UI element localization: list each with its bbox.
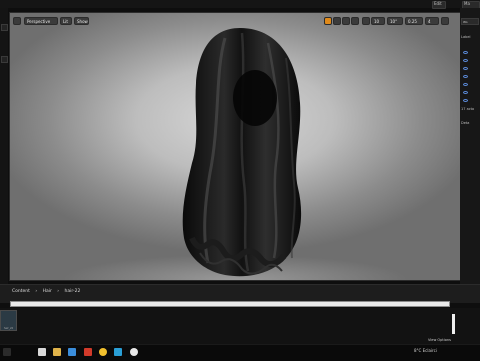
breadcrumb-separator-icon: › (57, 289, 60, 294)
level-viewport[interactable]: Perspective Lit Show 10 10° 0.25 4 (9, 12, 461, 281)
opera-icon[interactable] (84, 348, 92, 356)
system-tray: 8°C Eclairci (414, 348, 437, 353)
visibility-eye-icon[interactable] (463, 67, 468, 70)
start-icon[interactable] (3, 348, 11, 356)
world-outliner-panel: Wo Label 17 acto Deta (460, 8, 480, 284)
visibility-eye-icon[interactable] (463, 59, 468, 62)
chrome-icon[interactable] (99, 348, 107, 356)
breadcrumb: Content › Hair › hair-22 (12, 289, 84, 294)
task-view-icon[interactable] (38, 348, 46, 356)
unreal-engine-icon[interactable] (130, 348, 138, 356)
actor-count: 17 acto (461, 107, 475, 111)
visibility-eye-icon[interactable] (463, 75, 468, 78)
mail-icon[interactable] (68, 348, 76, 356)
world-outliner-tab-label: Wo (463, 20, 468, 24)
breadcrumb-separator-icon: › (35, 289, 38, 294)
left-rail-button[interactable] (1, 24, 8, 31)
breadcrumb-content[interactable]: Content (12, 289, 30, 294)
edit-tab-label: Edit (434, 1, 442, 6)
breadcrumb-hair-22[interactable]: hair-22 (65, 289, 81, 294)
editor-top-bar: Edit Ma (0, 0, 480, 9)
visibility-eye-icon[interactable] (463, 99, 468, 102)
asset-search-input[interactable] (10, 301, 450, 307)
visibility-eye-icon[interactable] (463, 51, 468, 54)
left-rail (0, 8, 8, 284)
asset-scrollbar[interactable] (452, 314, 455, 334)
breadcrumb-hair[interactable]: Hair (43, 289, 52, 294)
asset-thumbnail-label: hair_22 (3, 327, 14, 330)
visibility-eye-icon[interactable] (463, 83, 468, 86)
label-column-header: Label (461, 35, 471, 39)
weather-status[interactable]: 8°C Eclairci (414, 348, 437, 353)
store-icon[interactable] (114, 348, 122, 356)
world-outliner-tab[interactable]: Wo (461, 18, 479, 25)
file-explorer-icon[interactable] (53, 348, 61, 356)
visibility-eye-icon[interactable] (463, 91, 468, 94)
left-rail-button[interactable] (1, 56, 8, 63)
asset-view (0, 308, 480, 344)
view-options-label: View Options (428, 338, 451, 342)
hair-mesh[interactable] (10, 13, 460, 280)
details-tab[interactable]: Deta (461, 121, 469, 125)
view-options-button[interactable]: View Options (428, 338, 451, 342)
window-tab-label: Ma (464, 1, 470, 6)
